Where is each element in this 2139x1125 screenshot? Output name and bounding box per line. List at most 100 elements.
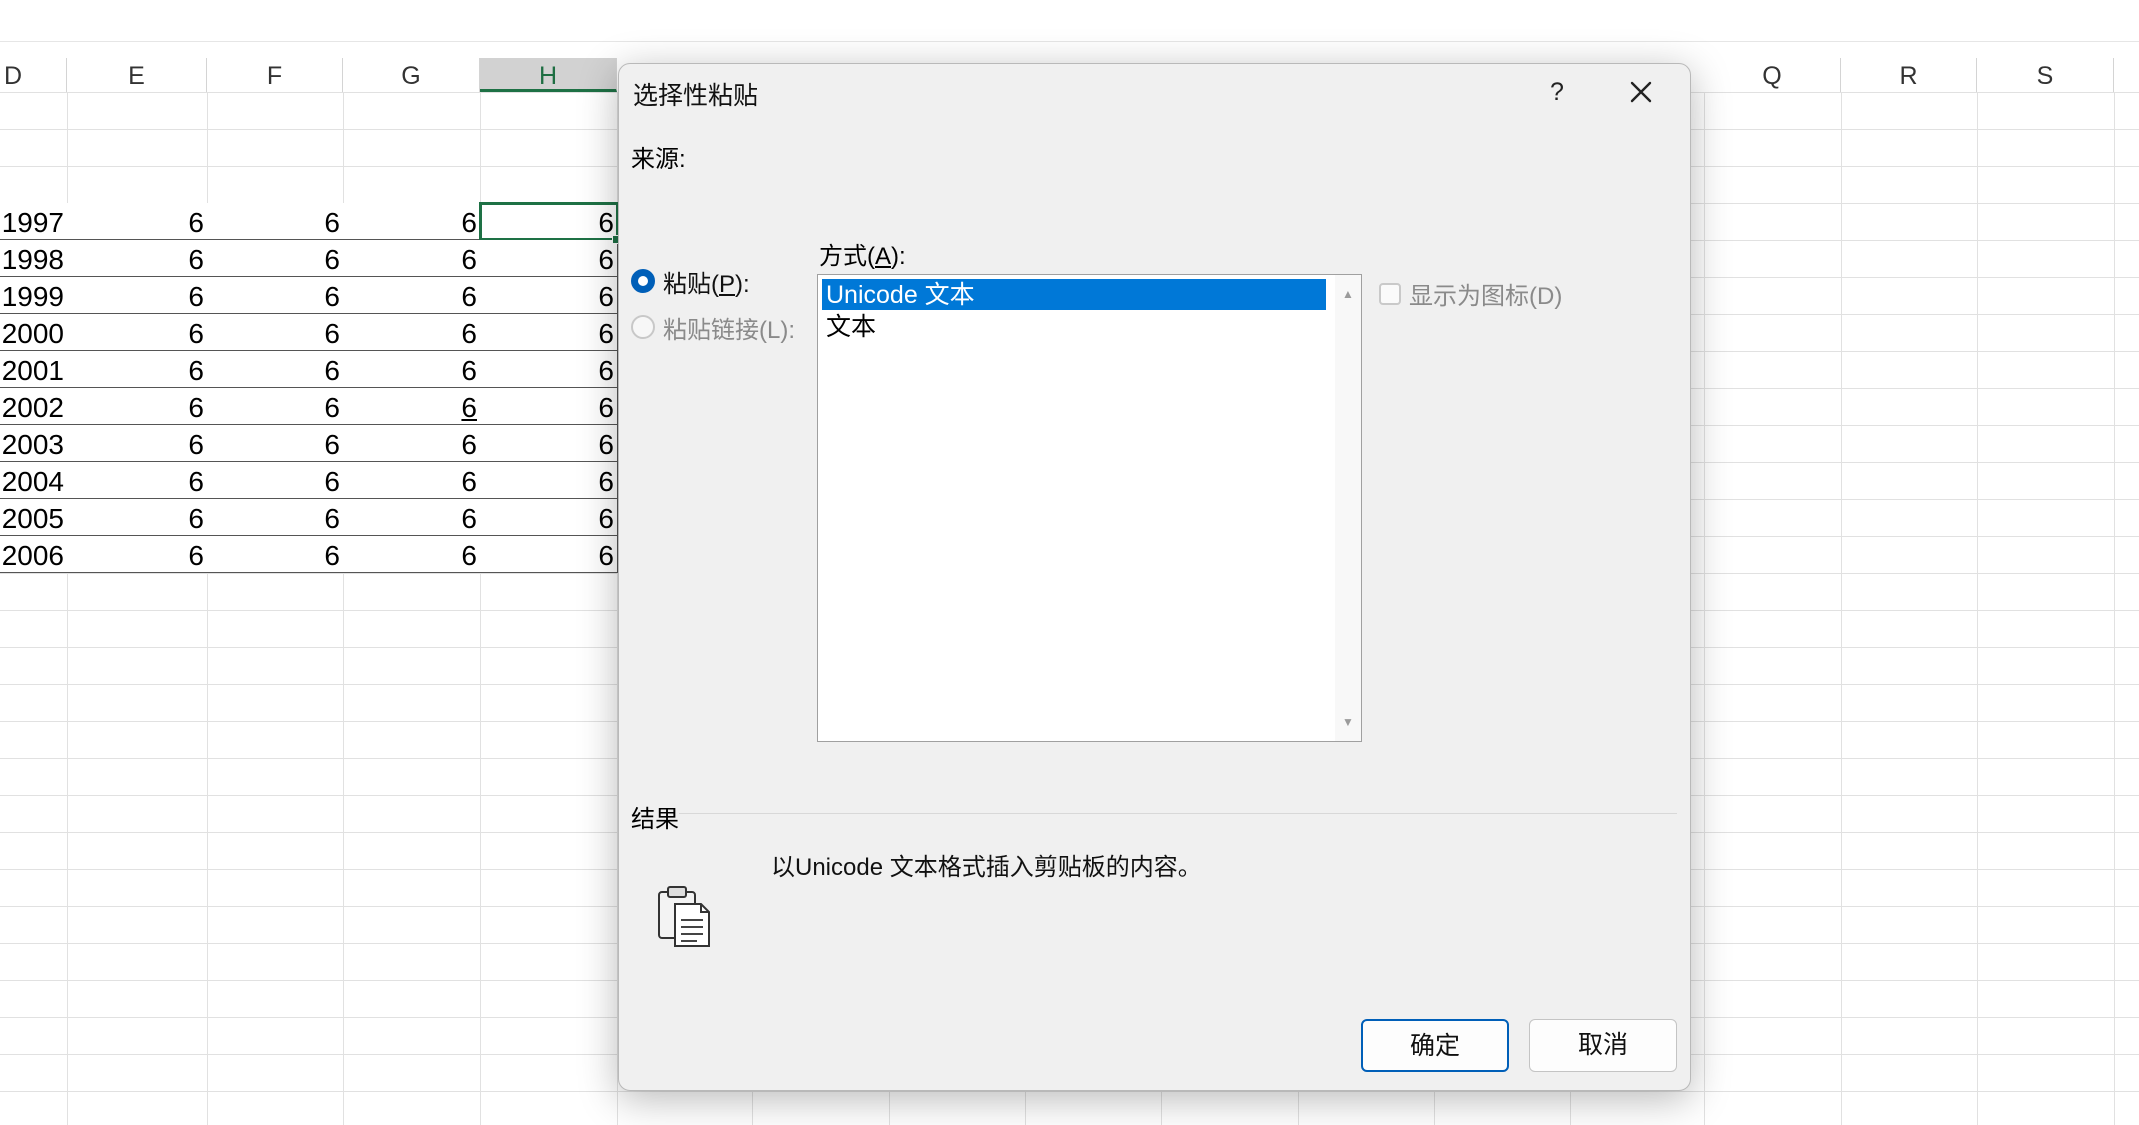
table-cell[interactable]: 6 <box>67 425 208 462</box>
paste-special-dialog: 选择性粘贴 ? 来源: 方式(A): 粘贴(P): 粘贴链接(L): Unico… <box>618 63 1691 1091</box>
cell-value: 2001 <box>1 355 64 386</box>
table-cell[interactable]: 6 <box>207 425 344 462</box>
format-listbox[interactable]: Unicode 文本 文本 ▲ ▼ <box>817 274 1362 742</box>
table-cell[interactable]: 2001 <box>0 351 68 388</box>
result-label: 结果 <box>631 806 679 833</box>
table-cell[interactable]: 6 <box>67 240 208 277</box>
table-cell[interactable]: 6 <box>343 388 481 425</box>
paste-radio-label: 粘贴(P): <box>663 270 750 298</box>
paste-link-radio-option[interactable]: 粘贴链接(L): <box>631 310 795 344</box>
scroll-up-arrow-icon[interactable]: ▲ <box>1335 281 1361 307</box>
column-header-s[interactable]: S <box>1977 58 2114 92</box>
table-cell[interactable]: 6 <box>343 240 481 277</box>
ok-button[interactable]: 确定 <box>1361 1019 1509 1072</box>
cell-value: 6 <box>188 429 204 460</box>
table-cell[interactable]: 2004 <box>0 462 68 499</box>
display-as-icon-option[interactable]: 显示为图标(D) <box>1379 276 1562 311</box>
table-cell[interactable]: 6 <box>480 277 618 314</box>
cell-value: 6 <box>598 355 614 386</box>
table-cell[interactable]: 6 <box>480 499 618 536</box>
table-cell[interactable]: 6 <box>343 203 481 240</box>
table-cell[interactable]: 6 <box>343 314 481 351</box>
table-cell[interactable]: 1999 <box>0 277 68 314</box>
table-cell[interactable]: 6 <box>343 536 481 573</box>
table-cell[interactable]: 2003 <box>0 425 68 462</box>
table-cell[interactable]: 6 <box>67 314 208 351</box>
paste-link-radio[interactable] <box>631 315 655 339</box>
table-cell[interactable]: 1998 <box>0 240 68 277</box>
help-button[interactable]: ? <box>1537 70 1577 114</box>
table-cell[interactable]: 6 <box>207 536 344 573</box>
cell-value: 6 <box>461 207 477 238</box>
paste-link-label: 粘贴链接(L): <box>663 316 795 344</box>
table-cell[interactable]: 2006 <box>0 536 68 573</box>
table-cell[interactable]: 1997 <box>0 203 68 240</box>
table-cell[interactable]: 6 <box>67 388 208 425</box>
column-header-f[interactable]: F <box>207 58 343 92</box>
cell-value: 6 <box>324 429 340 460</box>
listbox-scrollbar[interactable]: ▲ ▼ <box>1335 275 1361 741</box>
table-cell[interactable]: 6 <box>67 499 208 536</box>
table-cell[interactable]: 6 <box>207 499 344 536</box>
table-cell[interactable]: 6 <box>480 240 618 277</box>
table-cell[interactable]: 6 <box>207 388 344 425</box>
table-cell[interactable]: 6 <box>207 240 344 277</box>
cell-value: 6 <box>598 466 614 497</box>
column-header-h[interactable]: H <box>480 58 617 92</box>
table-cell[interactable]: 6 <box>480 425 618 462</box>
cell-value: 6 <box>598 503 614 534</box>
table-cell[interactable]: 6 <box>207 203 344 240</box>
scroll-down-arrow-icon[interactable]: ▼ <box>1335 709 1361 735</box>
table-cell[interactable]: 6 <box>343 277 481 314</box>
table-cell[interactable]: 2002 <box>0 388 68 425</box>
table-cell[interactable]: 6 <box>343 351 481 388</box>
table-cell[interactable]: 6 <box>480 351 618 388</box>
display-as-icon-label: 显示为图标(D) <box>1409 283 1563 310</box>
cell-value: 6 <box>324 466 340 497</box>
paste-radio[interactable] <box>631 269 655 293</box>
table-cell[interactable]: 6 <box>67 351 208 388</box>
cell-value: 6 <box>598 318 614 349</box>
close-button[interactable] <box>1619 70 1663 114</box>
column-header-d[interactable]: D <box>0 58 67 92</box>
table-cell[interactable]: 6 <box>480 536 618 573</box>
list-item-text[interactable]: 文本 <box>822 311 1326 342</box>
cell-value: 2004 <box>1 466 64 497</box>
table-cell[interactable]: 6 <box>343 425 481 462</box>
table-cell[interactable]: 6 <box>67 277 208 314</box>
cancel-button[interactable]: 取消 <box>1529 1019 1677 1072</box>
paste-radio-option[interactable]: 粘贴(P): <box>631 264 750 298</box>
table-cell[interactable]: 6 <box>343 462 481 499</box>
table-cell[interactable]: 6 <box>480 314 618 351</box>
cell-value: 6 <box>188 318 204 349</box>
column-header-e[interactable]: E <box>67 58 207 92</box>
column-header-q[interactable]: Q <box>1704 58 1841 92</box>
table-cell[interactable]: 6 <box>207 351 344 388</box>
cell-value: 6 <box>324 355 340 386</box>
table-cell[interactable]: 6 <box>480 462 618 499</box>
column-header-r[interactable]: R <box>1841 58 1977 92</box>
cell-value: 6 <box>188 466 204 497</box>
cell-value: 1998 <box>1 244 64 275</box>
cell-value: 6 <box>461 281 477 312</box>
table-cell[interactable]: 6 <box>480 388 618 425</box>
table-cell[interactable]: 6 <box>479 202 619 241</box>
clipboard-icon <box>658 886 710 947</box>
table-cell[interactable]: 2005 <box>0 499 68 536</box>
column-header-g[interactable]: G <box>343 58 480 92</box>
list-item-unicode-text[interactable]: Unicode 文本 <box>822 279 1326 310</box>
table-cell[interactable]: 6 <box>207 277 344 314</box>
table-cell[interactable]: 6 <box>67 462 208 499</box>
table-cell[interactable]: 6 <box>207 314 344 351</box>
table-cell[interactable]: 6 <box>207 462 344 499</box>
table-cell[interactable]: 6 <box>343 499 481 536</box>
cell-value: 6 <box>598 392 614 423</box>
table-cell[interactable]: 2000 <box>0 314 68 351</box>
table-cell[interactable]: 6 <box>67 203 208 240</box>
cell-value: 2003 <box>1 429 64 460</box>
result-description: 以Unicode 文本格式插入剪贴板的内容。 <box>771 854 1202 881</box>
grid-line <box>1841 92 1842 1125</box>
cell-value: 6 <box>461 503 477 534</box>
display-as-icon-checkbox[interactable] <box>1379 282 1401 305</box>
table-cell[interactable]: 6 <box>67 536 208 573</box>
